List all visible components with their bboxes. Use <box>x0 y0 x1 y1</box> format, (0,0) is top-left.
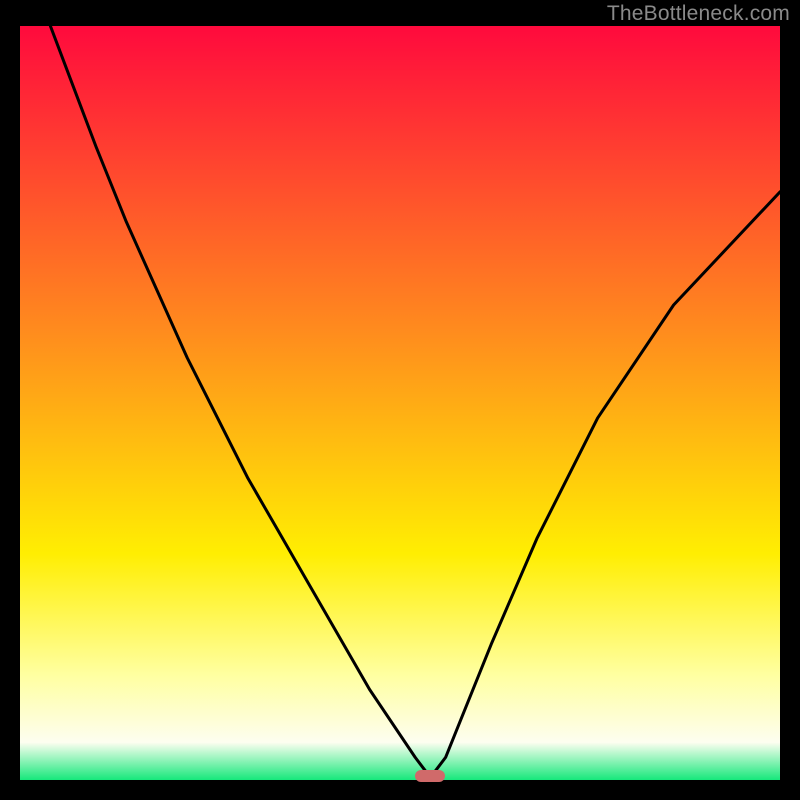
plot-svg <box>20 26 780 780</box>
gradient-background <box>20 26 780 780</box>
optimal-marker <box>415 770 445 782</box>
plot-area <box>20 26 780 780</box>
watermark-text: TheBottleneck.com <box>607 2 790 26</box>
chart-frame: TheBottleneck.com <box>0 0 800 800</box>
